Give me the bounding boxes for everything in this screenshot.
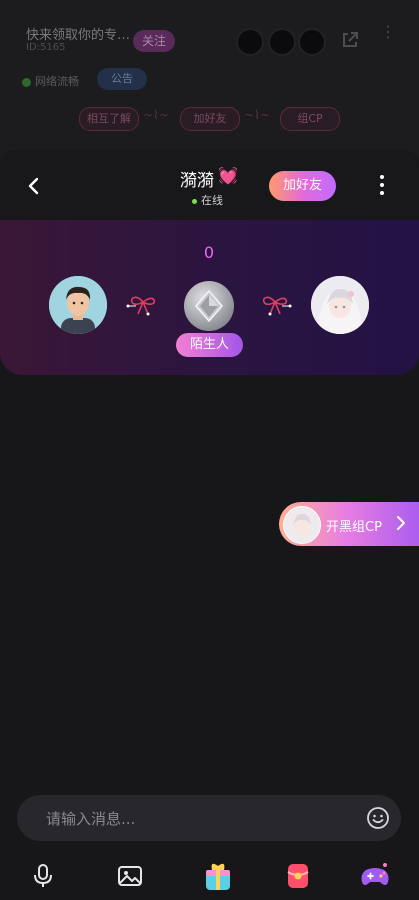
tag-pill: 相互了解 (79, 107, 139, 131)
more-icon[interactable]: ⋮ (380, 24, 396, 40)
cp-avatar (283, 506, 321, 544)
image-icon[interactable] (116, 862, 144, 890)
wave-divider-icon: ~⌇~ (244, 108, 270, 122)
online-status: 在线 (192, 192, 223, 208)
online-label: 在线 (201, 194, 223, 207)
intimacy-score: 0 (203, 243, 215, 262)
contact-nickname: 漪漪 (180, 171, 214, 191)
game-controller-icon[interactable] (360, 862, 390, 890)
back-icon[interactable] (24, 176, 44, 196)
network-status: 网络流畅 (22, 73, 79, 89)
add-friend-button[interactable]: 加好友 (269, 171, 336, 201)
relationship-badge-icon (184, 281, 234, 331)
tag-pill: 加好友 (180, 107, 240, 131)
room-title: 快来领取你的专… (26, 28, 131, 43)
room-member-avatar (298, 28, 326, 56)
share-icon[interactable] (340, 30, 360, 50)
ribbon-bow-icon (258, 292, 292, 318)
wave-divider-icon: ~⌇~ (143, 108, 169, 122)
notice-button[interactable]: 公告 (97, 68, 147, 90)
more-options-icon[interactable] (374, 175, 390, 197)
message-input[interactable]: 请输入消息... (46, 808, 135, 829)
network-dot (22, 77, 31, 87)
background-room-overlay: 快来领取你的专… ID:5165 关注 ⋮ 网络流畅 公告 相互了解 ~⌇~ 加… (0, 0, 419, 160)
mic-icon[interactable] (29, 862, 57, 890)
relation-label: 陌生人 (176, 333, 243, 357)
gift-box-icon[interactable] (202, 858, 234, 892)
emoji-icon[interactable] (366, 806, 390, 830)
contact-avatar[interactable] (311, 276, 369, 334)
self-avatar[interactable] (49, 276, 107, 334)
online-dot (192, 198, 197, 204)
network-label: 网络流畅 (35, 75, 79, 88)
room-member-avatar (268, 28, 296, 56)
heart-icon: 💓 (218, 166, 238, 185)
ribbon-bow-icon (126, 292, 160, 318)
red-packet-icon[interactable] (284, 862, 312, 890)
follow-button[interactable]: 关注 (133, 30, 175, 52)
room-id: ID:5165 (26, 42, 66, 53)
cp-match-label: 开黑组CP (326, 520, 382, 535)
chevron-right-icon (396, 515, 406, 531)
tag-pill: 组CP (280, 107, 340, 131)
room-member-avatar (236, 28, 264, 56)
